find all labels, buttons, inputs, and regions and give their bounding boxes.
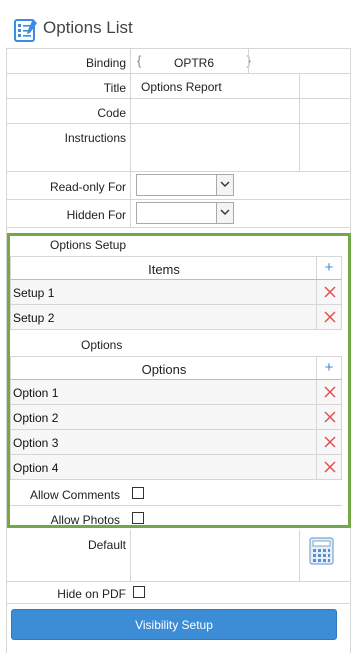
option-item-label: Option 2 [13, 411, 59, 425]
add-item-button[interactable]: + [322, 259, 336, 277]
code-row: Code [6, 99, 351, 124]
code-label: Code [97, 106, 126, 120]
readonly-for-dropdown-button[interactable] [216, 175, 233, 195]
list-icon [14, 19, 37, 42]
option-item-label: Option 4 [13, 461, 59, 475]
options-setup-label: Options Setup [50, 238, 127, 252]
hide-on-pdf-label: Hide on PDF [57, 587, 126, 601]
title-label: Title [103, 81, 126, 95]
option-item-label: Option 1 [13, 386, 59, 400]
items-header-text: Items [148, 262, 180, 277]
allow-photos-label: Allow Photos [50, 513, 120, 527]
default-input[interactable] [141, 536, 299, 576]
delete-icon[interactable] [324, 411, 336, 423]
chevron-down-icon [220, 209, 230, 215]
options-header: Options + [10, 356, 342, 380]
title-input[interactable]: Options Report [141, 80, 222, 94]
default-label: Default [87, 538, 126, 552]
list-item[interactable]: Option 1 [10, 380, 342, 405]
list-item[interactable]: Option 2 [10, 405, 342, 430]
add-option-button[interactable]: + [322, 359, 336, 377]
allow-photos-row: Allow Photos [10, 506, 342, 528]
hidden-for-dropdown-button[interactable] [216, 203, 233, 223]
delete-icon[interactable] [324, 386, 336, 398]
items-header: Items + [10, 256, 342, 280]
binding-label: Binding [85, 56, 126, 70]
readonly-for-row: Read-only For [6, 172, 351, 200]
visibility-setup-button[interactable]: Visibility Setup [11, 609, 337, 640]
allow-photos-checkbox[interactable] [132, 512, 144, 524]
instructions-label: Instructions [64, 131, 126, 145]
hidden-for-label: Hidden For [66, 208, 126, 222]
title-row: Title Options Report [6, 74, 351, 99]
options-header-text: Options [141, 362, 187, 377]
list-item[interactable]: Option 4 [10, 455, 342, 480]
list-item[interactable]: Setup 2 [10, 305, 342, 330]
options-label: Options [81, 338, 123, 352]
setup-item-label: Setup 2 [13, 311, 55, 325]
hidden-for-select[interactable] [136, 202, 234, 224]
binding-row: Binding { OPTR6 } [6, 48, 351, 74]
binding-field[interactable]: { OPTR6 } [137, 53, 251, 73]
list-item[interactable]: Option 3 [10, 430, 342, 455]
allow-comments-row: Allow Comments [10, 481, 342, 506]
instructions-row: Instructions [6, 124, 351, 172]
readonly-for-select[interactable] [136, 174, 234, 196]
hidden-for-row: Hidden For [6, 200, 351, 228]
delete-icon[interactable] [324, 311, 336, 323]
calculator-icon[interactable] [309, 537, 334, 565]
allow-comments-label: Allow Comments [29, 488, 120, 502]
default-row: Default [6, 530, 351, 582]
hide-on-pdf-row: Hide on PDF [6, 582, 351, 604]
allow-comments-checkbox[interactable] [132, 487, 144, 499]
code-input[interactable] [141, 105, 299, 123]
hide-on-pdf-checkbox[interactable] [133, 586, 145, 598]
chevron-down-icon [220, 181, 230, 187]
delete-icon[interactable] [324, 461, 336, 473]
instructions-textarea[interactable] [141, 130, 299, 168]
delete-icon[interactable] [324, 286, 336, 298]
setup-item-label: Setup 1 [13, 286, 55, 300]
binding-value: OPTR6 [173, 56, 214, 70]
list-item[interactable]: Setup 1 [10, 280, 342, 305]
option-item-label: Option 3 [13, 436, 59, 450]
delete-icon[interactable] [324, 436, 336, 448]
page-title: Options List [43, 18, 133, 37]
panel-header: Options List [0, 0, 357, 48]
readonly-for-label: Read-only For [49, 180, 126, 194]
